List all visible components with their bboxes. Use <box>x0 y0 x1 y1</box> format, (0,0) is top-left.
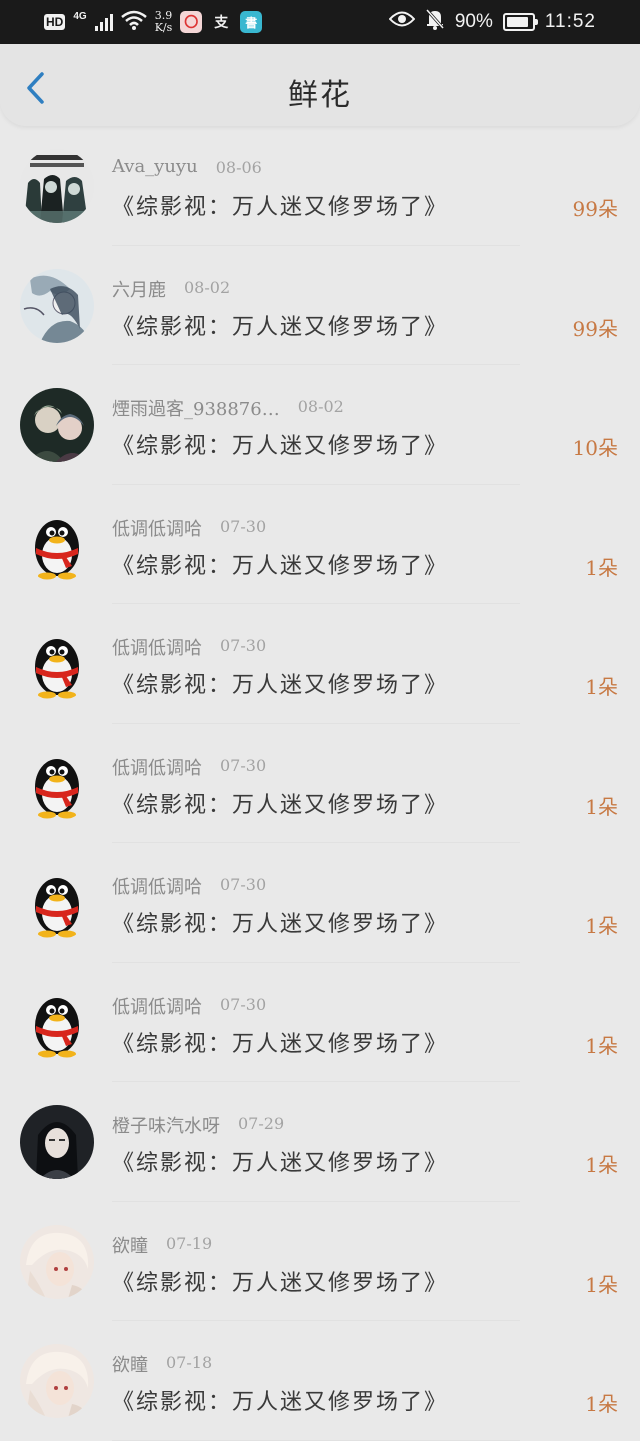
network-type: 4G <box>73 10 87 22</box>
flower-count: 99朵 <box>572 197 618 221</box>
mute-bell-icon <box>425 8 445 36</box>
flower-count: 1朵 <box>585 555 618 580</box>
gift-date: 08-06 <box>215 158 262 177</box>
flower-row[interactable]: 低调低调哈 07-30 《综影视：万人迷又修罗场了》 1朵 <box>0 843 640 963</box>
signal-icon <box>94 13 113 31</box>
username[interactable]: 六月鹿 <box>112 276 166 302</box>
row-meta: 低调低调哈 07-30 <box>112 634 266 660</box>
network-speed: 3.9 K/s <box>155 10 173 34</box>
avatar[interactable] <box>20 627 94 701</box>
avatar[interactable] <box>20 866 94 940</box>
book-title[interactable]: 《综影视：万人迷又修罗场了》 <box>112 1265 448 1297</box>
book-title[interactable]: 《综影视：万人迷又修罗场了》 <box>112 1145 448 1177</box>
gift-date: 07-30 <box>220 994 267 1014</box>
flower-count: 1朵 <box>585 1272 618 1297</box>
flower-count: 1朵 <box>585 914 618 938</box>
avatar[interactable] <box>20 508 94 582</box>
reader-notification-icon: 書 <box>240 11 263 33</box>
flower-count: 1朵 <box>585 675 618 699</box>
gift-date: 08-02 <box>297 397 344 416</box>
flower-list: Ava_yuyu 08-06 《综影视：万人迷又修罗场了》 99朵 六月鹿 08-02 《综… <box>0 126 640 1441</box>
battery-fill <box>506 17 529 27</box>
avatar[interactable] <box>20 388 94 462</box>
username[interactable]: 低调低调哈 <box>112 515 202 541</box>
wifi-icon <box>120 10 147 35</box>
book-title[interactable]: 《综影视：万人迷又修罗场了》 <box>112 428 448 460</box>
flower-row[interactable]: 低调低调哈 07-30 《综影视：万人迷又修罗场了》 1朵 <box>0 485 640 605</box>
flower-count: 1朵 <box>585 1033 618 1058</box>
username[interactable]: 煙雨過客_938876… <box>112 395 280 421</box>
avatar[interactable] <box>20 986 94 1060</box>
flower-count: 1朵 <box>585 1153 618 1177</box>
flower-row[interactable]: 低调低调哈 07-30 《综影视：万人迷又修罗场了》 1朵 <box>0 604 640 724</box>
username[interactable]: 橙子味汽水呀 <box>112 1112 220 1138</box>
flower-count: 1朵 <box>585 1392 618 1416</box>
flower-count: 1朵 <box>585 794 618 819</box>
flower-row[interactable]: 橙子味汽水呀 07-29 《综影视：万人迷又修罗场了》 1朵 <box>0 1082 640 1202</box>
hd-badge: HD <box>44 14 66 30</box>
app-notification-icon: 〇 <box>180 11 203 33</box>
row-meta: 低调低调哈 07-30 <box>112 754 266 780</box>
book-title[interactable]: 《综影视：万人迷又修罗场了》 <box>112 548 448 580</box>
eye-icon <box>388 10 416 34</box>
row-meta: 低调低调哈 07-30 <box>112 993 266 1019</box>
avatar[interactable] <box>20 1344 94 1418</box>
book-title[interactable]: 《综影视：万人迷又修罗场了》 <box>112 1384 448 1416</box>
row-meta: 六月鹿 08-02 <box>112 276 230 302</box>
avatar[interactable] <box>20 747 94 821</box>
flower-row[interactable]: 欲瞳 07-18 《综影视：万人迷又修罗场了》 1朵 <box>0 1321 640 1441</box>
gift-date: 08-02 <box>184 277 231 297</box>
username[interactable]: 欲瞳 <box>112 1351 148 1377</box>
row-meta: 低调低调哈 07-30 <box>112 515 266 541</box>
row-meta: 橙子味汽水呀 07-29 <box>112 1112 284 1138</box>
book-title[interactable]: 《综影视：万人迷又修罗场了》 <box>112 787 448 819</box>
battery-icon <box>502 13 538 31</box>
avatar[interactable] <box>20 1105 94 1179</box>
gift-date: 07-29 <box>238 1114 285 1133</box>
book-title[interactable]: 《综影视：万人迷又修罗场了》 <box>112 189 448 221</box>
flower-count: 10朵 <box>572 436 618 460</box>
avatar[interactable] <box>20 268 94 343</box>
row-meta: Ava_yuyu 08-06 <box>112 156 262 177</box>
gift-date: 07-30 <box>220 636 267 655</box>
flower-row[interactable]: Ava_yuyu 08-06 《综影视：万人迷又修罗场了》 99朵 <box>0 126 640 246</box>
flower-row[interactable]: 低调低调哈 07-30 《综影视：万人迷又修罗场了》 1朵 <box>0 724 640 844</box>
page-title: 鲜花 <box>288 78 352 113</box>
row-meta: 煙雨過客_938876… 08-02 <box>112 395 344 421</box>
book-title[interactable]: 《综影视：万人迷又修罗场了》 <box>112 906 448 938</box>
clock: 11:52 <box>544 11 596 32</box>
book-title[interactable]: 《综影视：万人迷又修罗场了》 <box>112 1026 448 1058</box>
battery-percent: 90% <box>454 11 493 32</box>
flower-row[interactable]: 低调低调哈 07-30 《综影视：万人迷又修罗场了》 1朵 <box>0 963 640 1083</box>
gift-date: 07-18 <box>166 1353 213 1372</box>
row-meta: 欲瞳 07-19 <box>112 1232 212 1258</box>
flower-row[interactable]: 煙雨過客_938876… 08-02 《综影视：万人迷又修罗场了》 10朵 <box>0 365 640 485</box>
status-bar: HD 4G 3.9 K/s 〇 支 書 90% 11:52 <box>0 0 640 44</box>
flower-row[interactable]: 六月鹿 08-02 《综影视：万人迷又修罗场了》 99朵 <box>0 246 640 366</box>
flower-count: 99朵 <box>572 316 618 341</box>
avatar[interactable] <box>20 149 94 223</box>
username[interactable]: 低调低调哈 <box>112 634 202 660</box>
username[interactable]: 低调低调哈 <box>112 754 202 780</box>
username[interactable]: 欲瞳 <box>112 1232 148 1258</box>
nav-header: 鲜花 <box>0 44 640 126</box>
username[interactable]: 低调低调哈 <box>112 993 202 1019</box>
gift-date: 07-30 <box>220 755 267 775</box>
avatar[interactable] <box>20 1224 94 1299</box>
row-meta: 低调低调哈 07-30 <box>112 873 266 899</box>
status-left: HD 4G 3.9 K/s 〇 支 書 <box>44 6 263 38</box>
gift-date: 07-19 <box>166 1233 213 1253</box>
status-right: 90% 11:52 <box>388 6 596 38</box>
username[interactable]: Ava_yuyu <box>112 156 198 177</box>
gift-date: 07-30 <box>220 875 267 894</box>
book-title[interactable]: 《综影视：万人迷又修罗场了》 <box>112 309 448 341</box>
username[interactable]: 低调低调哈 <box>112 873 202 899</box>
flower-row[interactable]: 欲瞳 07-19 《综影视：万人迷又修罗场了》 1朵 <box>0 1202 640 1322</box>
speed-unit: K/s <box>154 21 173 34</box>
book-title[interactable]: 《综影视：万人迷又修罗场了》 <box>112 667 448 699</box>
gift-date: 07-30 <box>220 516 267 536</box>
row-meta: 欲瞳 07-18 <box>112 1351 212 1377</box>
alipay-notification-icon: 支 <box>214 14 229 30</box>
